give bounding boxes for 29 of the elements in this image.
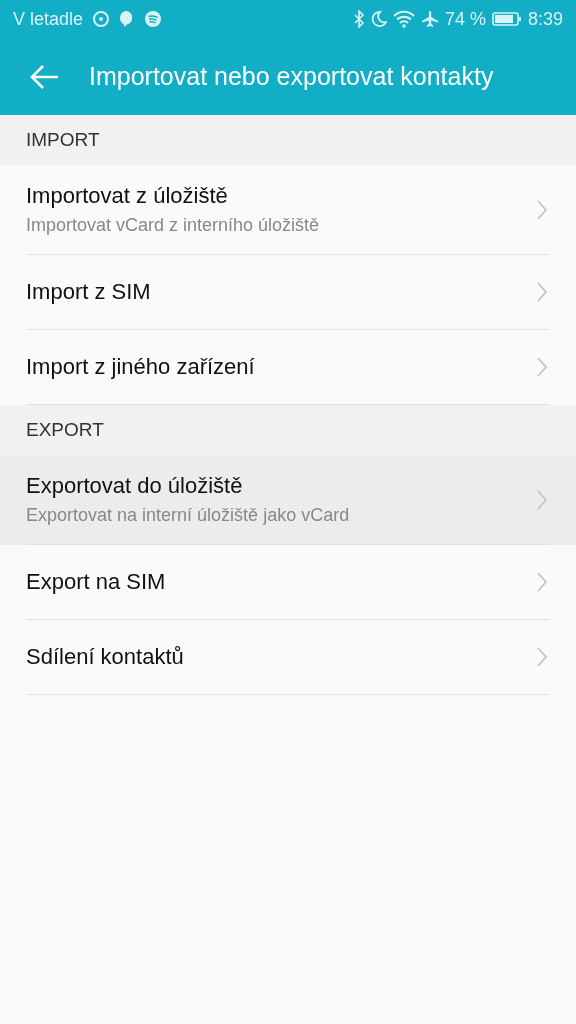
item-title: Importovat z úložiště	[26, 183, 229, 209]
screen-title: Importovat nebo exportovat kontakty	[89, 62, 494, 91]
music-app-icon	[144, 10, 163, 28]
item-title: Sdílení kontaktů	[26, 644, 184, 670]
wifi-icon	[392, 10, 415, 28]
chevron-icon	[536, 488, 548, 511]
item-title: Import z SIM	[26, 279, 151, 305]
circle-icon	[92, 10, 111, 28]
moon-icon	[370, 10, 387, 28]
section-header: IMPORT	[26, 129, 100, 151]
battery-icon	[491, 11, 522, 27]
bluetooth-icon	[352, 10, 365, 28]
chevron-icon	[536, 646, 548, 668]
chevron-icon	[536, 281, 548, 303]
list-item[interactable]: Exportovat do úložiště Exportovat na interní úložiště jako vCard	[0, 455, 576, 545]
back-arrow-icon[interactable]	[29, 63, 59, 90]
item-title: Exportovat do úložiště	[26, 473, 244, 499]
chevron-icon	[536, 356, 548, 378]
clock: 8:39	[527, 8, 563, 30]
item-title: Export na SIM	[26, 569, 166, 595]
carrier-text: V letadle	[13, 8, 84, 30]
section-header: EXPORT	[26, 419, 104, 441]
item-subtitle: Exportovat na interní úložiště jako vCard	[26, 505, 350, 526]
item-title: Import z jiného zařízení	[26, 354, 255, 380]
item-subtitle: Importovat vCard z interního úložiště	[26, 215, 320, 236]
chevron-icon	[536, 571, 548, 593]
battery-percent: 74 %	[444, 8, 486, 30]
airplane-icon	[420, 10, 439, 28]
chevron-icon	[536, 198, 548, 221]
